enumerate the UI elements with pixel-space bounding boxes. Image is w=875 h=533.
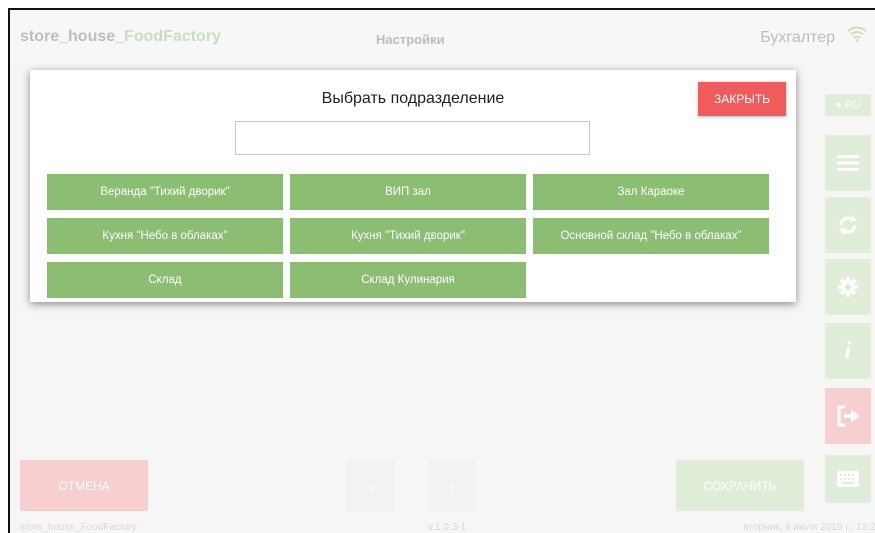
department-button[interactable]: Кухня "Тихий дворик"	[290, 218, 526, 254]
department-grid: Веранда "Тихий дворик" ВИП зал Зал Карао…	[47, 174, 771, 298]
department-button[interactable]: Основной склад "Небо в облаках"	[533, 218, 769, 254]
department-button[interactable]: Склад	[47, 262, 283, 298]
wifi-icon	[847, 26, 867, 42]
department-button[interactable]: ВИП зал	[290, 174, 526, 210]
top-bar: store_house_FoodFactory Настройки Бухгал…	[10, 10, 875, 60]
app-window: store_house_FoodFactory Настройки Бухгал…	[8, 8, 875, 533]
search-input[interactable]	[235, 121, 590, 155]
close-button[interactable]: ЗАКРЫТЬ	[698, 82, 786, 116]
user-name[interactable]: Бухгалтер	[760, 29, 835, 47]
department-button[interactable]: Склад Кулинария	[290, 262, 526, 298]
brand-accent: FoodFactory	[124, 28, 221, 45]
department-button[interactable]: Веранда "Тихий дворик"	[47, 174, 283, 210]
department-button[interactable]: Кухня "Небо в облаках"	[47, 218, 283, 254]
department-button[interactable]: Зал Караоке	[533, 174, 769, 210]
select-department-dialog: Выбрать подразделение ЗАКРЫТЬ Веранда "Т…	[30, 70, 796, 302]
page-title: Настройки	[376, 32, 445, 47]
brand-logo: store_house_FoodFactory	[20, 28, 221, 46]
dialog-title: Выбрать подразделение	[321, 90, 505, 107]
brand-main: store_house_	[20, 28, 125, 45]
